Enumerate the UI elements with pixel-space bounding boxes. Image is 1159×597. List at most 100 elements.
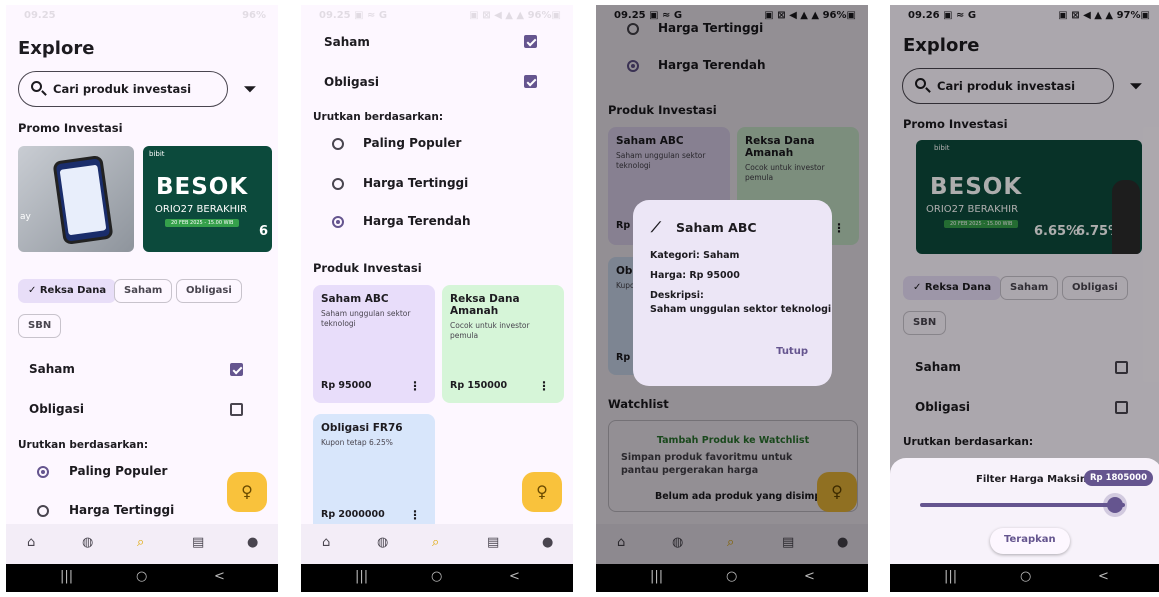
card-title: Saham ABC	[321, 293, 389, 305]
system-nav-bar: ||| ○ <	[890, 564, 1159, 592]
radio-label-paling-populer: Paling Populer	[69, 464, 168, 478]
lightbulb-fab-button[interactable]: ♀	[227, 472, 267, 512]
more-vert-icon[interactable]: ⋮	[538, 379, 550, 393]
back-button[interactable]: <	[804, 569, 815, 584]
system-nav-bar: ||| ○ <	[301, 564, 573, 592]
card-desc: Saham unggulan sektor teknologi	[321, 309, 411, 328]
radio-harga-terendah[interactable]	[332, 216, 344, 228]
slider-track[interactable]	[920, 503, 1125, 507]
back-button[interactable]: <	[214, 569, 225, 584]
bottom-nav: ⌂ ◍ ⌕ ▤ ●	[6, 524, 278, 564]
dialog-close-button[interactable]: Tutup	[776, 346, 808, 357]
radio-harga-tertinggi[interactable]	[332, 178, 344, 190]
bottom-nav: ⌂ ◍ ⌕ ▤ ●	[301, 524, 573, 564]
search-icon[interactable]: ⌕	[137, 535, 144, 550]
radio-label-harga-tertinggi: Harga Tertinggi	[69, 503, 175, 517]
checkbox-saham[interactable]	[524, 35, 537, 48]
phone-screen-price-filter: 09.26 ▣ ≈ G ▣ ⊠ ◀ ▲ ▲ 97%▣ Explore Cari …	[890, 5, 1159, 592]
person-icon[interactable]: ●	[247, 535, 258, 550]
promo-subheadline: ORIO27 BERAKHIR	[155, 204, 248, 215]
promo-banner-app[interactable]: ay	[18, 146, 134, 252]
home-button[interactable]: ○	[136, 569, 147, 584]
sort-label: Urutkan berdasarkan:	[18, 439, 149, 451]
recents-button[interactable]: |||	[944, 569, 957, 584]
product-card-saham-abc[interactable]: Saham ABC Saham unggulan sektor teknolog…	[313, 285, 435, 403]
dialog-deskripsi: Saham unggulan sektor teknologi	[650, 304, 832, 315]
filter-icon[interactable]: ⏷	[244, 80, 256, 98]
search-placeholder: Cari produk investasi	[53, 82, 192, 96]
dialog-kategori: Kategori: Saham	[650, 250, 740, 261]
status-time: 09.25 ▣ ≈ G	[319, 10, 388, 21]
card-title: Reksa Dana Amanah	[450, 293, 520, 317]
dialog-deskripsi-label: Deskripsi:	[650, 290, 704, 301]
bibit-logo: bibit	[149, 150, 165, 158]
sort-label: Urutkan berdasarkan:	[313, 111, 444, 123]
globe-icon[interactable]: ◍	[82, 535, 93, 550]
radio-label-harga-tertinggi: Harga Tertinggi	[363, 176, 469, 190]
lightbulb-icon: ♀	[241, 482, 253, 501]
system-nav-bar: ||| ○ <	[596, 564, 868, 592]
home-button[interactable]: ○	[726, 569, 737, 584]
search-icon[interactable]: ⌕	[432, 535, 439, 550]
home-button[interactable]: ○	[431, 569, 442, 584]
globe-icon[interactable]: ◍	[377, 535, 388, 550]
card-price: Rp 150000	[450, 380, 508, 391]
lightbulb-fab-button[interactable]: ♀	[522, 472, 562, 512]
radio-harga-tertinggi[interactable]	[37, 505, 49, 517]
home-icon[interactable]: ⌂	[27, 535, 35, 550]
more-vert-icon[interactable]: ⋮	[409, 508, 421, 522]
product-card-obligasi-fr76[interactable]: Obligasi FR76 Kupon tetap 6.25% Rp 20000…	[313, 414, 435, 532]
dialog-title: Saham ABC	[676, 220, 757, 235]
recents-button[interactable]: |||	[60, 569, 73, 584]
search-input[interactable]: Cari produk investasi	[18, 71, 228, 107]
book-icon[interactable]: ▤	[487, 535, 499, 550]
status-icons: ▣ ⊠ ◀ ▲ ▲ 96%▣	[469, 10, 561, 21]
promo-rate: 6	[259, 224, 269, 239]
chip-saham[interactable]: Saham	[114, 279, 173, 303]
back-button[interactable]: <	[1098, 569, 1109, 584]
check-label-obligasi: Obligasi	[324, 75, 379, 89]
product-card-reksa-dana-amanah[interactable]: Reksa Dana Amanah Cocok untuk investor p…	[442, 285, 564, 403]
phone-screen-products: 09.25 ▣ ≈ G ▣ ⊠ ◀ ▲ ▲ 96%▣ Saham Obligas…	[301, 5, 573, 592]
checkbox-saham[interactable]	[230, 363, 243, 376]
status-bar: 09.25 96%	[24, 10, 266, 21]
back-button[interactable]: <	[509, 569, 520, 584]
dialog-harga: Harga: Rp 95000	[650, 270, 740, 281]
chip-reksa-dana[interactable]: ✓ Reksa Dana	[18, 279, 117, 303]
card-price: Rp 2000000	[321, 509, 385, 520]
check-label-obligasi: Obligasi	[29, 402, 84, 416]
system-nav-bar: ||| ○ <	[6, 564, 278, 592]
recents-button[interactable]: |||	[650, 569, 663, 584]
radio-paling-populer[interactable]	[37, 466, 49, 478]
book-icon[interactable]: ▤	[192, 535, 204, 550]
person-icon[interactable]: ●	[542, 535, 553, 550]
checkbox-obligasi[interactable]	[230, 403, 243, 416]
promo-date: 20 FEB 2025 - 15.00 WIB	[165, 219, 240, 227]
apply-button[interactable]: Terapkan	[990, 528, 1070, 554]
home-icon[interactable]: ⌂	[322, 535, 330, 550]
promo-banner-bibit[interactable]: bibit BESOK ORIO27 BERAKHIR 20 FEB 2025 …	[143, 146, 272, 252]
check-label-saham: Saham	[29, 362, 75, 376]
chip-sbn[interactable]: SBN	[18, 314, 62, 338]
filter-label: Filter Harga Maksimal	[976, 474, 1101, 485]
card-desc: Cocok untuk investor pemula	[450, 321, 530, 340]
chip-obligasi[interactable]: Obligasi	[176, 279, 242, 303]
search-icon	[31, 81, 42, 92]
radio-label-paling-populer: Paling Populer	[363, 136, 462, 150]
product-detail-dialog: ⟋ Saham ABC Kategori: Saham Harga: Rp 95…	[633, 200, 832, 386]
trending-icon: ⟋	[651, 220, 661, 236]
home-button[interactable]: ○	[1020, 569, 1031, 584]
card-price: Rp 95000	[321, 380, 372, 391]
lightbulb-icon: ♀	[536, 482, 548, 501]
more-vert-icon[interactable]: ⋮	[409, 379, 421, 393]
slider-thumb[interactable]	[1107, 497, 1123, 513]
promo-headline: BESOK	[156, 174, 249, 200]
checkbox-obligasi[interactable]	[524, 75, 537, 88]
radio-paling-populer[interactable]	[332, 138, 344, 150]
page-title: Explore	[18, 38, 95, 59]
status-bar: 09.25 ▣ ≈ G ▣ ⊠ ◀ ▲ ▲ 96%▣	[301, 5, 573, 27]
card-desc: Kupon tetap 6.25%	[321, 438, 393, 447]
phone-screen-explore: 09.25 96% Explore Cari produk investasi ⏷…	[6, 5, 278, 592]
price-filter-sheet: Filter Harga Maksimal Rp 1805000 Terapka…	[890, 458, 1159, 564]
recents-button[interactable]: |||	[355, 569, 368, 584]
